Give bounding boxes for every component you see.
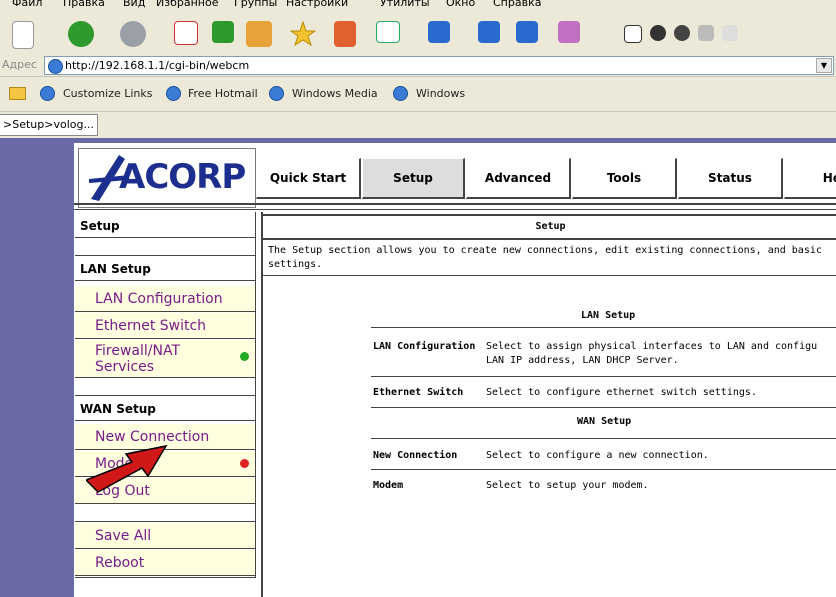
menu-file[interactable]: Файл	[12, 0, 42, 9]
new-connection-desc: Select to configure a new connection.	[486, 450, 709, 461]
browser-tab[interactable]: >Setup>volog...	[0, 114, 98, 136]
address-input[interactable]: http://192.168.1.1/cgi-bin/webcm ▼	[44, 56, 834, 75]
wan-divider	[371, 438, 836, 439]
flash-icon[interactable]	[650, 25, 666, 41]
menu-bar: Файл Правка Вид Избранное Группы Настрой…	[0, 0, 836, 12]
logo-text: ACORP	[119, 157, 246, 197]
status-green-dot-icon	[240, 352, 249, 361]
lan-divider	[371, 327, 836, 328]
acorp-logo: ACORP	[78, 148, 256, 208]
address-label: Адрес	[2, 58, 37, 71]
sidebar-setup-title: Setup	[75, 214, 255, 238]
ethernet-switch-name[interactable]: Ethernet Switch	[373, 386, 463, 400]
menu-settings[interactable]: Настройки	[286, 0, 348, 9]
popup-icon[interactable]	[624, 25, 642, 43]
nav-tools[interactable]: Tools	[572, 158, 677, 199]
menu-favorites[interactable]: Избранное	[156, 0, 218, 9]
nav-setup[interactable]: Setup	[362, 158, 465, 199]
lan-config-name[interactable]: LAN Configuration	[373, 340, 478, 354]
search-icon[interactable]	[334, 21, 356, 47]
person-icon[interactable]	[722, 25, 738, 41]
status-red-dot-icon	[240, 459, 249, 468]
nav-advanced[interactable]: Advanced	[466, 158, 571, 199]
sidebar: Setup LAN Setup LAN Configuration Ethern…	[75, 212, 256, 578]
row-divider	[371, 407, 836, 408]
home-icon[interactable]	[246, 21, 272, 47]
menu-help[interactable]: Справка	[493, 0, 541, 9]
undo-icon[interactable]	[428, 21, 450, 43]
content-divider	[263, 275, 836, 276]
menu-view[interactable]: Вид	[123, 0, 145, 9]
tile-icon[interactable]	[478, 21, 500, 43]
content-description: The Setup section allows you to create n…	[268, 245, 822, 270]
list-icon[interactable]	[516, 21, 538, 43]
sidebar-item-reboot[interactable]: Reboot	[75, 550, 255, 576]
link-windows-media[interactable]: Windows Media	[292, 87, 378, 100]
back-icon[interactable]	[68, 21, 94, 47]
address-dropdown-icon[interactable]: ▼	[816, 58, 832, 73]
lan-setup-heading: LAN Setup	[581, 310, 636, 321]
stop-icon[interactable]	[174, 21, 198, 45]
sidebar-wan-title: WAN Setup	[75, 397, 255, 421]
link-icon	[166, 86, 181, 101]
sidebar-spacer	[75, 379, 255, 396]
address-bar: Адрес http://192.168.1.1/cgi-bin/webcm ▼	[0, 54, 836, 77]
modem-name[interactable]: Modem	[373, 479, 403, 493]
link-icon	[269, 86, 284, 101]
ethernet-switch-desc: Select to configure ethernet switch sett…	[486, 387, 757, 398]
wan-setup-heading: WAN Setup	[577, 416, 632, 427]
sidebar-item-lan-configuration[interactable]: LAN Configuration	[75, 286, 255, 312]
sidebar-item-firewall-nat[interactable]: Firewall/NAT Services	[75, 340, 255, 378]
new-page-icon[interactable]	[12, 21, 34, 49]
pin-icon[interactable]	[698, 25, 714, 41]
menu-utilities[interactable]: Утилиты	[380, 0, 430, 9]
address-url: http://192.168.1.1/cgi-bin/webcm	[65, 59, 250, 72]
ie-page-icon	[48, 59, 63, 74]
nav-divider	[74, 203, 836, 205]
new-connection-name[interactable]: New Connection	[373, 449, 457, 463]
media-icon[interactable]	[674, 25, 690, 41]
content-panel: Setup The Setup section allows you to cr…	[261, 212, 836, 597]
window-icon[interactable]	[376, 21, 400, 43]
row-divider	[371, 469, 836, 470]
nav-help[interactable]: Hel	[784, 158, 836, 199]
tab-bar: >Setup>volog...	[0, 112, 836, 137]
link-customize[interactable]: Customize Links	[63, 87, 153, 100]
link-icon	[393, 86, 408, 101]
sidebar-item-label: Firewall/NAT Services	[95, 343, 181, 375]
nav-status[interactable]: Status	[678, 158, 783, 199]
sidebar-item-save-all[interactable]: Save All	[75, 523, 255, 549]
sidebar-lan-title: LAN Setup	[75, 257, 255, 281]
refresh-icon[interactable]	[212, 21, 234, 43]
row-divider	[371, 376, 836, 377]
link-windows[interactable]: Windows	[416, 87, 465, 100]
menu-groups[interactable]: Группы	[234, 0, 277, 9]
menu-window[interactable]: Окно	[446, 0, 475, 9]
sidebar-spacer	[75, 239, 255, 256]
menu-edit[interactable]: Правка	[63, 0, 105, 9]
sidebar-item-ethernet-switch[interactable]: Ethernet Switch	[75, 313, 255, 339]
modem-desc: Select to setup your modem.	[486, 480, 649, 491]
favorites-star-icon[interactable]	[289, 20, 317, 47]
edit-icon[interactable]	[558, 21, 580, 43]
links-bar: Customize Links Free Hotmail Windows Med…	[0, 77, 836, 112]
nav-quick-start[interactable]: Quick Start	[256, 158, 361, 199]
sidebar-spacer	[75, 505, 255, 522]
link-hotmail[interactable]: Free Hotmail	[188, 87, 258, 100]
content-title: Setup	[263, 214, 836, 240]
forward-icon[interactable]	[120, 21, 146, 47]
nav-divider-thin	[74, 209, 836, 210]
link-icon	[40, 86, 55, 101]
top-nav: Quick Start Setup Advanced Tools Status …	[256, 158, 836, 202]
red-arrow-pointer-icon	[86, 444, 168, 493]
lan-config-desc: Select to assign physical interfaces to …	[486, 341, 818, 366]
toolbar	[0, 12, 836, 55]
folder-icon[interactable]	[9, 87, 26, 100]
